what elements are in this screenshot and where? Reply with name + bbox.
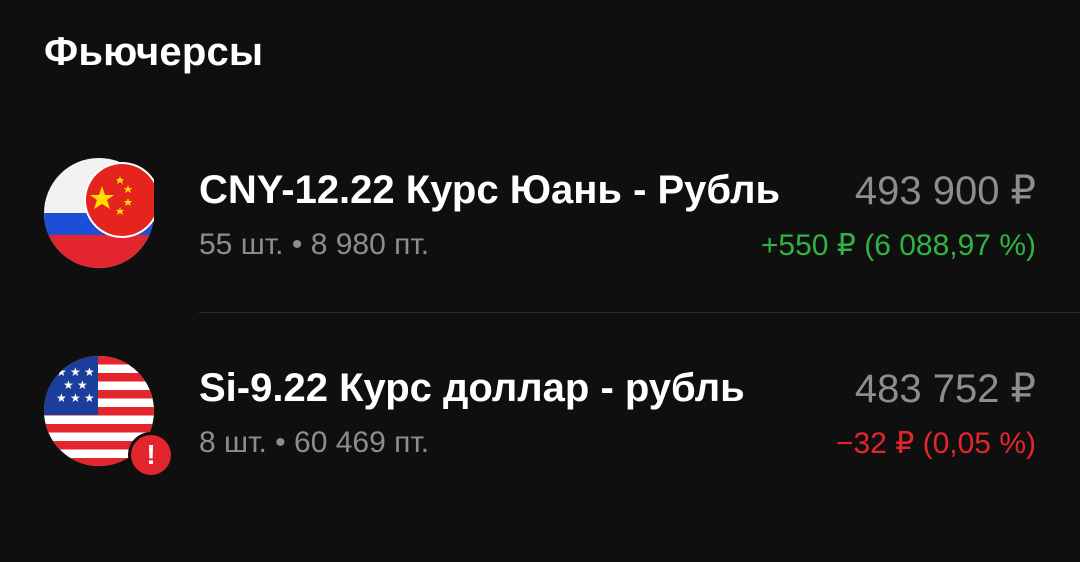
- usd-flag-icon: ★ ★ ★ ★ ★ ★ ★ ★ !: [44, 356, 174, 478]
- svg-text:★: ★: [84, 391, 95, 405]
- exclamation-icon: !: [131, 435, 171, 475]
- row-divider: [199, 312, 1080, 313]
- futures-row-cny[interactable]: CNY-12.22 Курс Юань - Рубль 55 шт. • 8 9…: [0, 148, 1080, 278]
- svg-text:★: ★: [84, 365, 95, 379]
- future-price: 493 900 ₽: [854, 169, 1036, 213]
- svg-text:★: ★: [56, 391, 67, 405]
- svg-text:★: ★: [77, 378, 88, 392]
- futures-row-si[interactable]: ★ ★ ★ ★ ★ ★ ★ ★ ! Si-9.22 Курс доллар - рубль…: [0, 346, 1080, 478]
- cny-rub-flag-icon: [44, 158, 154, 268]
- svg-text:★: ★: [70, 365, 81, 379]
- future-subtitle: 8 шт. • 60 469 пт.: [199, 426, 430, 459]
- future-subtitle: 55 шт. • 8 980 пт.: [199, 228, 430, 261]
- future-name: CNY-12.22 Курс Юань - Рубль: [199, 168, 781, 212]
- future-name: Si-9.22 Курс доллар - рубль: [199, 366, 745, 410]
- svg-text:★: ★: [70, 391, 81, 405]
- future-change: +550 ₽ (6 088,97 %): [760, 229, 1036, 262]
- svg-text:★: ★: [63, 378, 74, 392]
- future-price: 483 752 ₽: [854, 367, 1036, 411]
- warning-badge: !: [128, 432, 174, 478]
- future-change: −32 ₽ (0,05 %): [835, 427, 1036, 460]
- svg-text:★: ★: [56, 365, 67, 379]
- section-title: Фьючерсы: [44, 30, 264, 74]
